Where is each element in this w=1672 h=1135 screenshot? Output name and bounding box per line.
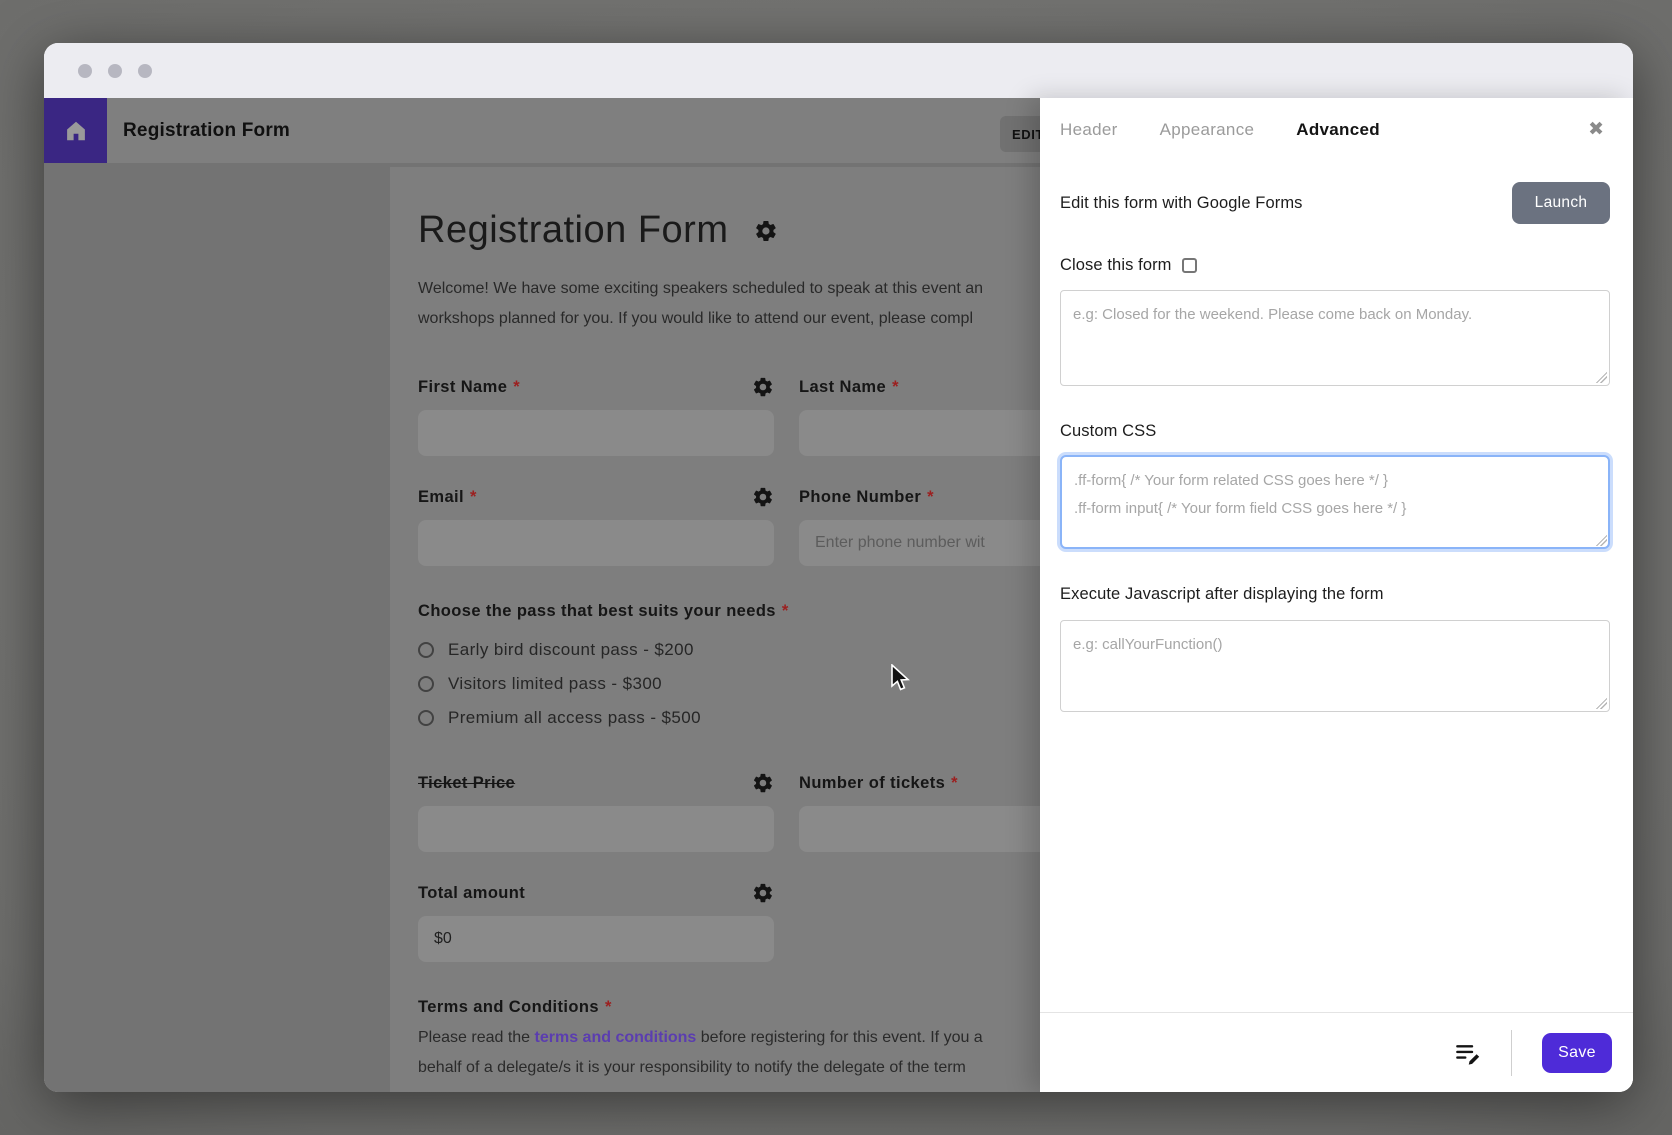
form-title: Registration Form xyxy=(418,209,729,251)
google-forms-label: Edit this form with Google Forms xyxy=(1060,193,1303,212)
email-input[interactable] xyxy=(418,520,774,566)
close-icon[interactable]: ✖ xyxy=(1588,120,1604,139)
terms-text-line2: behalf of a delegate/s it is your respon… xyxy=(418,1059,966,1076)
app-header: Registration Form EDIT xyxy=(44,98,1040,163)
form-description-line2: workshops planned for you. If you would … xyxy=(418,310,973,327)
ticket-price-label: Ticket Price xyxy=(418,774,516,792)
required-marker: * xyxy=(781,602,789,620)
browser-window: Registration Form EDIT Registration Form… xyxy=(44,43,1633,1092)
screen: { "icons": { "close": "✖" }, "colors": {… xyxy=(0,0,1672,1135)
home-icon xyxy=(66,121,85,140)
form-preview-area: Registration Form EDIT Registration Form… xyxy=(44,98,1040,1092)
terms-link[interactable]: terms and conditions xyxy=(535,1029,697,1046)
last-name-input[interactable] xyxy=(799,410,1040,456)
close-form-label: Close this form xyxy=(1060,256,1172,274)
form-card: Registration Form Welcome! We have some … xyxy=(390,167,1040,1092)
email-gear-icon[interactable] xyxy=(752,486,774,508)
tickets-input[interactable] xyxy=(799,806,1040,852)
radio-option[interactable]: Early bird discount pass - $200 xyxy=(418,640,1040,660)
required-marker: * xyxy=(927,488,934,506)
last-name-label: Last Name * xyxy=(799,378,899,396)
close-form-checkbox[interactable] xyxy=(1181,258,1197,273)
edit-button[interactable]: EDIT xyxy=(1000,116,1040,152)
required-marker: * xyxy=(892,378,899,396)
advanced-settings-panel: Header Appearance Advanced ✖ Edit this f… xyxy=(1040,98,1633,1092)
phone-label: Phone Number * xyxy=(799,488,934,506)
window-dot-1[interactable] xyxy=(78,63,92,78)
close-message-textarea[interactable] xyxy=(1060,290,1610,386)
terms-label: Terms and Conditions * xyxy=(418,998,612,1016)
ticket-price-gear-icon[interactable] xyxy=(752,772,774,794)
form-description-line1: Welcome! We have some exciting speakers … xyxy=(418,280,984,297)
custom-css-textarea[interactable] xyxy=(1060,455,1610,549)
required-marker: * xyxy=(513,378,521,396)
page-background: Registration Form Welcome! We have some … xyxy=(44,163,1040,1092)
home-button[interactable] xyxy=(44,98,107,163)
custom-css-label: Custom CSS xyxy=(1060,422,1157,440)
radio-option[interactable]: Visitors limited pass - $300 xyxy=(418,674,1040,694)
save-button[interactable]: Save xyxy=(1542,1032,1612,1073)
required-marker: * xyxy=(951,774,958,792)
edit-note-icon[interactable] xyxy=(1454,1039,1481,1066)
execute-js-textarea[interactable] xyxy=(1060,620,1610,712)
total-amount-input[interactable] xyxy=(418,916,774,962)
tickets-label: Number of tickets * xyxy=(799,774,958,792)
tab-header[interactable]: Header xyxy=(1060,120,1118,140)
pass-choice-group: Early bird discount pass - $200 Visitors… xyxy=(418,640,1040,728)
first-name-input[interactable] xyxy=(418,410,774,456)
radio-icon[interactable] xyxy=(418,642,434,658)
page-title: Registration Form xyxy=(123,119,291,141)
first-name-label: First Name * xyxy=(418,378,521,396)
panel-tabs: Header Appearance Advanced ✖ xyxy=(1060,120,1610,140)
total-amount-gear-icon[interactable] xyxy=(752,882,774,904)
execute-js-label: Execute Javascript after displaying the … xyxy=(1060,585,1384,603)
total-amount-label: Total amount xyxy=(418,884,526,902)
first-name-gear-icon[interactable] xyxy=(752,376,774,398)
window-titlebar xyxy=(44,43,1633,98)
ticket-price-input[interactable] xyxy=(418,806,774,852)
terms-text-line1: Please read the terms and conditions bef… xyxy=(418,1029,983,1046)
window-dot-2[interactable] xyxy=(108,63,122,78)
email-label: Email * xyxy=(418,488,477,506)
tab-appearance[interactable]: Appearance xyxy=(1160,120,1255,140)
required-marker: * xyxy=(470,488,477,506)
radio-icon[interactable] xyxy=(418,676,434,692)
phone-input[interactable] xyxy=(799,520,1040,566)
panel-footer: Save xyxy=(1040,1012,1633,1092)
footer-divider xyxy=(1511,1029,1512,1076)
launch-button[interactable]: Launch xyxy=(1512,182,1610,224)
tab-advanced[interactable]: Advanced xyxy=(1296,120,1380,140)
window-dot-3[interactable] xyxy=(138,63,152,78)
form-settings-gear-icon[interactable] xyxy=(754,219,778,243)
radio-option[interactable]: Premium all access pass - $500 xyxy=(418,708,1040,728)
required-marker: * xyxy=(604,998,612,1016)
radio-icon[interactable] xyxy=(418,710,434,726)
pass-choice-label: Choose the pass that best suits your nee… xyxy=(418,602,789,620)
